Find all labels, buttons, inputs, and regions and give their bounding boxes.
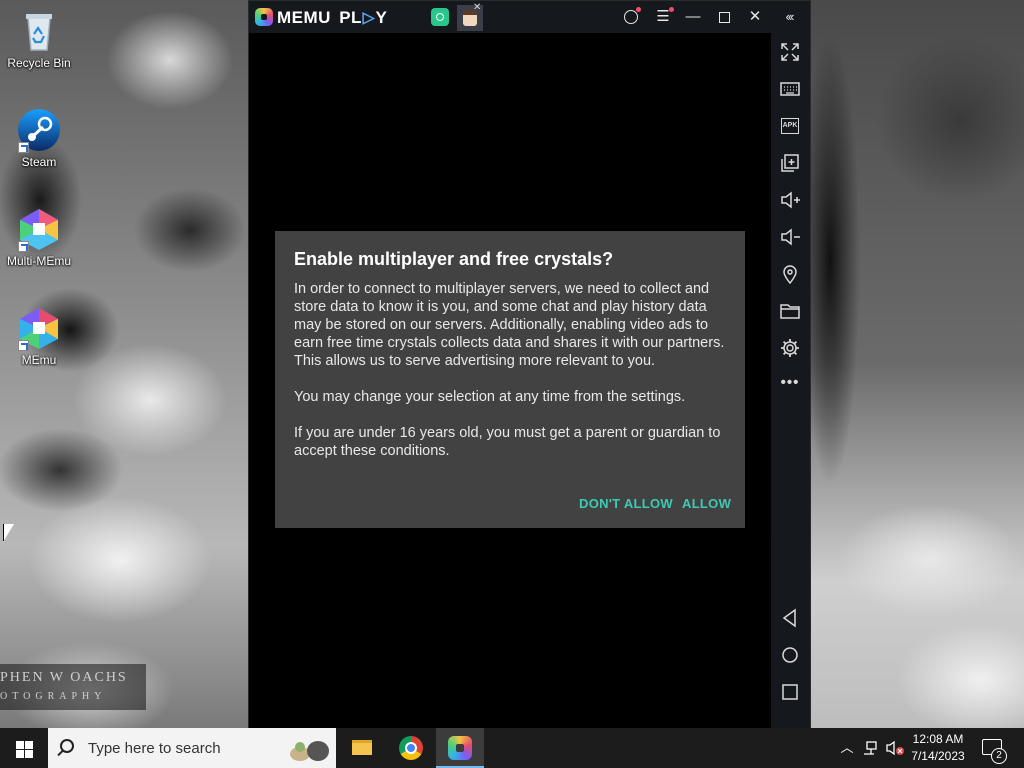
more-icon: ••• [780,374,800,391]
apk-install-button[interactable]: APK [779,115,801,137]
taskbar-file-explorer[interactable] [338,728,386,768]
dialog-title: Enable multiplayer and free crystals? [294,249,614,269]
volume-muted-icon [886,740,904,756]
memu-toolbar: APK ••• [771,33,810,728]
allow-button[interactable]: ALLOW [682,496,731,511]
clock-date: 7/14/2023 [911,749,965,763]
photo-watermark: PHEN W OACHS OTOGRAPHY [0,664,146,710]
home-button[interactable] [779,644,801,666]
multi-window-button[interactable] [779,152,801,174]
maximize-icon [719,12,730,23]
close-icon: ✕ [748,8,762,25]
fullscreen-button[interactable] [779,41,801,63]
windows-taskbar: Type here to search ︿ 12:08 AM 7/14/2023… [0,728,1024,768]
chevron-up-icon: ︿ [840,740,854,755]
memu-brand: MEMU PL▷Y [277,8,387,28]
desktop-icon-label: Recycle Bin [7,56,71,70]
maximize-button[interactable] [714,7,734,27]
consent-dialog: Enable multiplayer and free crystals? In… [275,231,745,528]
file-explorer-icon [352,740,372,755]
home-icon [782,647,798,663]
shared-folder-button[interactable] [779,300,801,322]
recents-icon [782,684,798,700]
notification-badge: 2 [991,748,1007,764]
search-icon [60,739,74,753]
tab-close-icon[interactable]: ✕ [473,2,481,13]
apk-icon: APK [781,118,799,134]
clock-time: 12:08 AM [912,732,964,746]
shortcut-arrow-icon [18,340,29,351]
dont-allow-button[interactable]: DON'T ALLOW [579,496,673,511]
search-placeholder: Type here to search [88,740,221,757]
desktop-icon-multi-memu[interactable]: Multi-MEmu [2,206,76,268]
desktop-icon-label: Steam [21,155,57,169]
taskbar-chrome[interactable] [387,728,435,768]
dialog-paragraph: You may change your selection at any tim… [294,389,686,405]
brand-play: PL▷Y [339,8,388,27]
menu-icon: ☰ [656,8,670,25]
volume-down-icon [781,228,800,246]
wallpaper-right [810,0,1024,728]
minimize-icon: — [685,8,701,25]
keyboard-button[interactable] [779,78,801,100]
user-account-button[interactable] [621,7,641,27]
volume-tray-button[interactable] [884,728,906,768]
brand-memu: MEMU [277,8,331,27]
shortcut-arrow-icon [18,142,29,153]
dialog-paragraph: If you are under 16 years old, you must … [294,425,721,459]
chrome-icon [399,736,423,760]
desktop-icon-label: MEmu [21,353,57,367]
back-button[interactable] [779,607,801,629]
close-button[interactable]: ✕ [745,7,765,27]
collapse-sidebar-button[interactable]: ‹‹‹ [779,7,799,27]
start-button[interactable] [0,728,48,768]
recycle-bin-icon [16,8,62,54]
desktop-icon-recycle-bin[interactable]: Recycle Bin [2,8,76,70]
memu-icon [16,305,62,351]
minimize-button[interactable]: — [683,7,703,27]
recents-button[interactable] [779,681,801,703]
user-icon [624,10,638,24]
taskbar-memu[interactable] [436,728,484,768]
memu-logo-icon [255,8,273,26]
app-tab-home-icon[interactable] [431,8,449,26]
volume-up-button[interactable] [779,189,801,211]
dialog-paragraph: In order to connect to multiplayer serve… [294,281,725,369]
watermark-line1: PHEN W OACHS [0,670,128,685]
network-tray-button[interactable] [860,728,882,768]
volume-down-button[interactable] [779,226,801,248]
volume-up-icon [781,191,800,209]
multi-memu-icon [16,206,62,252]
taskbar-search-box[interactable]: Type here to search [48,728,336,768]
menu-button[interactable]: ☰ [653,7,674,27]
location-button[interactable] [779,263,801,285]
notification-dot [669,7,674,12]
multi-window-icon [781,154,799,172]
desktop-icon-steam[interactable]: Steam [2,107,76,169]
collapse-icon: ‹‹‹ [785,9,795,24]
steam-icon [16,107,62,153]
location-icon [783,265,797,285]
desktop-icon-memu[interactable]: MEmu [2,305,76,367]
memu-titlebar[interactable]: MEMU PL▷Y ✕ ☰ — ✕ ‹‹‹ [249,1,810,33]
shortcut-arrow-icon [18,241,29,252]
mouse-cursor-icon [3,524,14,542]
dialog-body: In order to connect to multiplayer serve… [294,280,732,478]
back-icon [782,608,796,628]
settings-button[interactable] [779,337,801,359]
keyboard-icon [780,82,800,96]
taskbar-clock[interactable]: 12:08 AM 7/14/2023 [906,731,970,765]
folder-icon [780,304,800,319]
fullscreen-icon [781,43,799,61]
memu-icon [448,736,472,760]
notification-dot [636,7,641,12]
more-button[interactable]: ••• [779,372,801,394]
settings-icon [781,339,799,357]
desktop-icon-label: Multi-MEmu [6,254,71,268]
network-icon [864,741,877,755]
search-highlight-icon [290,741,329,761]
show-hidden-icons-button[interactable]: ︿ [838,728,856,768]
watermark-line2: OTOGRAPHY [0,691,107,702]
